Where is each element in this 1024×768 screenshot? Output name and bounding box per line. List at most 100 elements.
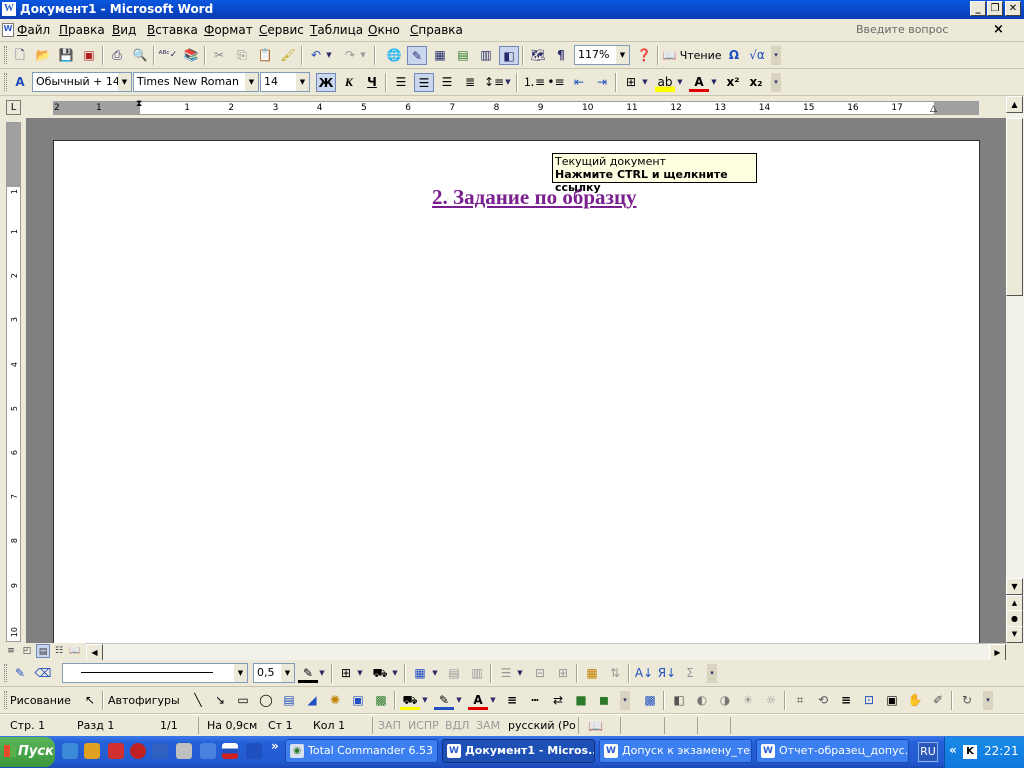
undo-dropdown-icon[interactable]: ▼ [324,46,334,65]
outside-border-icon[interactable]: ⊞ [336,664,356,683]
3d-style-icon[interactable]: ◼ [594,691,614,710]
arrow-icon[interactable]: ↘ [210,691,230,710]
menu-table[interactable]: Таблица [310,23,363,37]
border-color-icon[interactable]: ✎ [298,664,318,683]
title-bar[interactable]: W Документ1 - Microsoft Word _ ❐ ✕ [0,0,1024,19]
insert-picture-icon[interactable]: ▩ [640,691,660,710]
equation-icon[interactable]: √α [747,46,767,65]
status-position[interactable]: На 0,9см [207,719,257,732]
show-hide-icon[interactable]: ¶ [551,46,571,65]
fill-color-dropdown-icon[interactable]: ▼ [420,691,430,710]
set-transparent-color-icon[interactable]: ✐ [928,691,948,710]
text-box-icon[interactable]: ▤ [279,691,299,710]
toolbar-grip[interactable] [4,691,7,709]
indent-marker-icon[interactable]: ⧗ [136,100,142,109]
drawing-icon[interactable]: ◧ [499,46,519,65]
less-contrast-icon[interactable]: ◑ [715,691,735,710]
quicklaunch-expand-icon[interactable]: » [271,739,279,753]
ie-quicklaunch-icon[interactable] [62,743,78,759]
highlight-dropdown-icon[interactable]: ▼ [675,73,685,92]
menu-view[interactable]: Вид [112,23,136,37]
tray-expand-icon[interactable]: « [949,743,957,757]
less-brightness-icon[interactable]: ☼ [761,691,781,710]
borders-icon[interactable]: ⊞ [621,73,641,92]
scroll-thumb[interactable] [1006,118,1023,296]
insert-picture-icon[interactable]: ▩ [371,691,391,710]
columns-icon[interactable]: ▥ [476,46,496,65]
print-preview-icon[interactable]: 🔍 [130,46,150,65]
reset-picture-icon[interactable]: ↻ [957,691,977,710]
font-color-icon[interactable]: A [468,691,488,710]
chevron-down-icon[interactable]: ▼ [296,73,309,91]
chevron-down-icon[interactable]: ▼ [616,46,629,64]
underline-button[interactable]: Ч [362,73,382,92]
sort-descending-icon[interactable]: Я↓ [657,664,677,683]
chevron-down-icon[interactable]: ▼ [281,664,294,682]
open-folder-icon[interactable]: 📂 [33,46,53,65]
scroll-right-icon[interactable]: ▶ [989,644,1006,661]
chevron-down-icon[interactable]: ▼ [234,664,247,682]
word-app-icon[interactable]: W [2,2,16,16]
menu-window[interactable]: Окно [368,23,400,37]
document-map-icon[interactable]: 🗺 [528,46,548,65]
copy-icon[interactable]: ⎘ [232,46,252,65]
toolbar-grip[interactable] [4,664,7,682]
reading-view-icon[interactable]: 📖 [68,644,82,658]
web-view-icon[interactable]: ◰ [20,644,34,658]
status-section[interactable]: Разд 1 [77,719,114,732]
select-objects-icon[interactable]: ↖ [80,691,100,710]
app-quicklaunch-icon[interactable] [84,743,100,759]
document-icon[interactable]: W [2,23,14,37]
insert-symbol-icon[interactable]: Ω [724,46,744,65]
align-center-icon[interactable]: ☰ [414,73,434,92]
status-record-macro[interactable]: ЗАП [378,719,401,732]
close-button[interactable]: ✕ [1005,1,1021,16]
ask-question-box[interactable]: Введите вопрос [856,23,1006,39]
taskbar-button-word-report[interactable]: W Отчет-образец_допус... [756,739,909,763]
line-spacing-icon[interactable]: ↕≡ [484,73,504,92]
subscript-icon[interactable]: x₂ [746,73,766,92]
save-icon[interactable]: 💾 [56,46,76,65]
opera-quicklaunch-icon[interactable] [130,743,146,759]
more-contrast-icon[interactable]: ◐ [692,691,712,710]
line-weight-combo[interactable]: 0,5 ▼ [253,663,295,683]
more-brightness-icon[interactable]: ☀ [738,691,758,710]
split-cells-icon[interactable]: ▥ [467,664,487,683]
align-cell-dropdown-icon[interactable]: ▼ [515,664,525,683]
distribute-rows-icon[interactable]: ⊟ [530,664,550,683]
redo-icon[interactable]: ↷ [340,46,360,65]
language-indicator[interactable]: RU [918,742,938,762]
color-mode-icon[interactable]: ◧ [669,691,689,710]
menu-tools[interactable]: Сервис [259,23,304,37]
menu-edit[interactable]: Правка [59,23,105,37]
line-spacing-dropdown-icon[interactable]: ▼ [503,73,513,92]
research-icon[interactable]: 📚 [181,46,201,65]
format-picture-icon[interactable]: ✋ [905,691,925,710]
italic-button[interactable]: К [339,73,359,92]
bullets-icon[interactable]: •≡ [546,73,566,92]
distribute-columns-icon[interactable]: ⊞ [553,664,573,683]
status-overtype[interactable]: ЗАМ [476,719,500,732]
toolbar-options-icon[interactable]: ▾ [707,664,717,683]
sort-ascending-icon[interactable]: A↓ [634,664,654,683]
increase-indent-icon[interactable]: ⇥ [592,73,612,92]
table-autoformat-icon[interactable]: ▦ [582,664,602,683]
document-page[interactable] [53,140,980,644]
decrease-indent-icon[interactable]: ⇤ [569,73,589,92]
horizontal-ruler[interactable]: 2 1 1 2 3 4 5 6 7 8 9 10 11 12 13 14 15 16 17 ⧗ △ [53,100,979,115]
borders-dropdown-icon[interactable]: ▼ [640,73,650,92]
app-quicklaunch-icon[interactable] [108,743,124,759]
insert-table-dropdown-icon[interactable]: ▼ [430,664,440,683]
status-page[interactable]: Стр. 1 [10,719,45,732]
chevron-down-icon[interactable]: ▼ [118,73,131,91]
text-wrapping-icon[interactable]: ▣ [882,691,902,710]
next-page-icon[interactable]: ▼ [1006,626,1023,643]
redo-dropdown-icon[interactable]: ▼ [358,46,368,65]
vertical-ruler[interactable]: 1 1 2 3 4 5 6 7 8 9 10 [6,122,21,642]
app-quicklaunch-icon[interactable] [152,743,168,759]
scroll-left-icon[interactable]: ◀ [86,644,103,661]
help-icon[interactable]: ❓ [634,46,654,65]
align-right-icon[interactable]: ☰ [437,73,457,92]
line-color-dropdown-icon[interactable]: ▼ [454,691,464,710]
toolbar-grip[interactable] [4,73,7,91]
